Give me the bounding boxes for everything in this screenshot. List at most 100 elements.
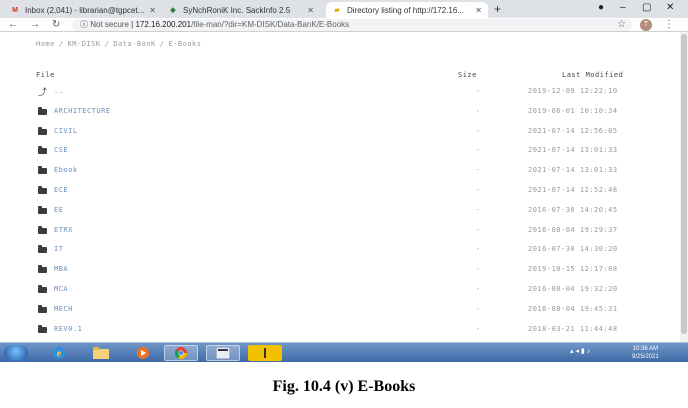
ie-icon[interactable]: e <box>42 345 76 361</box>
close-icon[interactable]: ✕ <box>149 6 156 15</box>
file-name-link[interactable]: ARCHITECTURE <box>54 107 111 115</box>
reload-icon[interactable]: ↻ <box>52 18 60 32</box>
file-name-link[interactable]: Ebook <box>54 166 78 174</box>
url-host: 172.16.200.201 <box>135 20 192 29</box>
breadcrumb-home[interactable]: Home <box>36 40 55 48</box>
url-path: /file-man/?dir=KM-DISK/Data-BanK/E-Books <box>191 20 350 29</box>
start-button[interactable] <box>4 345 28 361</box>
file-size: - <box>476 146 481 155</box>
figure-caption: Fig. 10.4 (v) E-Books <box>272 378 416 395</box>
file-name-link[interactable]: MBA <box>54 265 68 273</box>
tab-sackinfo[interactable]: ◆ SyNchRoniK Inc. SackInfo 2.5 ✕ <box>162 2 320 18</box>
last-modified: 2021-07-14 13:01:33 <box>528 146 618 155</box>
chrome-icon[interactable] <box>164 345 198 361</box>
file-name-link[interactable]: IT <box>54 245 63 253</box>
file-size: - <box>476 265 481 274</box>
menu-dots-icon[interactable]: ⋮ <box>664 18 674 32</box>
table-row[interactable]: MCA - 2016-08-04 19:32:20 <box>0 282 688 302</box>
folder-icon: ▰ <box>334 7 340 14</box>
breadcrumb-separator: / <box>58 40 64 48</box>
breadcrumb-separator: / <box>104 40 110 48</box>
scrollbar-thumb[interactable] <box>681 34 687 334</box>
folder-icon <box>38 205 47 214</box>
table-row[interactable]: CSE - 2021-07-14 13:01:33 <box>0 143 688 163</box>
last-modified: 2019-06-01 10:10:34 <box>528 106 618 115</box>
column-header-size[interactable]: Size <box>458 71 477 79</box>
folder-icon <box>38 225 47 234</box>
table-row[interactable]: ⤴.. - 2019-12-09 12:22:10 <box>0 84 688 104</box>
file-name-link[interactable]: REV0.1 <box>54 325 82 333</box>
tab-directory-listing[interactable]: ▰ Directory listing of http://172.16... … <box>326 2 488 18</box>
table-row[interactable]: ETRX - 2016-08-04 19:29:37 <box>0 223 688 243</box>
close-icon[interactable]: ✕ <box>475 6 482 15</box>
last-modified: 2016-07-30 14:30:20 <box>528 245 618 254</box>
parent-directory-icon: ⤴ <box>38 87 48 97</box>
account-icon[interactable]: ● <box>598 2 604 13</box>
media-player-icon[interactable] <box>126 345 160 361</box>
folder-icon <box>38 285 47 293</box>
last-modified: 2021-07-14 12:52:48 <box>528 186 618 194</box>
file-name-link[interactable]: EE <box>54 206 63 214</box>
close-icon[interactable]: ✕ <box>307 6 314 15</box>
directory-listing-page: Home / KM-DISK / Data-BanK / E-Books File Size… <box>0 32 688 342</box>
table-row[interactable]: Ebook - 2021-07-14 13:01:33 <box>0 163 688 183</box>
tab-gmail[interactable]: M Inbox (2,041) - librarian@tgpcet... ✕ <box>4 2 162 18</box>
avatar[interactable]: T <box>640 19 652 31</box>
table-row[interactable]: EE - 2016-07-30 14:20:45 <box>0 203 688 223</box>
app-icon: ◆ <box>170 7 176 14</box>
table-row[interactable]: ECE - 2021-07-14 12:52:48 <box>0 183 688 203</box>
tab-label: Inbox (2,041) - librarian@tgpcet... <box>25 5 145 15</box>
breadcrumb-data-bank[interactable]: Data-BanK <box>113 40 155 48</box>
bookmark-star-icon[interactable]: ☆ <box>617 18 626 32</box>
close-window-icon[interactable]: ✕ <box>666 2 674 13</box>
table-row[interactable]: REV0.1 - 2018-03-21 11:44:48 <box>0 322 688 342</box>
new-tab-button[interactable]: + <box>494 2 501 16</box>
file-name-link[interactable]: ECE <box>54 186 68 194</box>
last-modified: 2016-08-04 19:32:20 <box>528 285 618 293</box>
file-size: - <box>476 87 481 95</box>
file-size: - <box>476 126 481 135</box>
file-name-link[interactable]: .. <box>54 87 63 95</box>
last-modified: 2021-07-14 13:01:33 <box>528 166 618 175</box>
clock-time: 10:36 AM <box>632 346 659 352</box>
last-modified: 2016-08-04 19:45:31 <box>528 304 618 313</box>
table-row[interactable]: ARCHITECTURE - 2019-06-01 10:10:34 <box>0 104 688 124</box>
system-clock[interactable]: 10:36 AM 9/25/2021 <box>632 345 659 361</box>
column-header-modified[interactable]: Last Modified <box>562 71 623 79</box>
folder-icon <box>38 146 47 155</box>
table-row[interactable]: CIVIL - 2021-07-14 12:56:05 <box>0 124 688 144</box>
file-name-link[interactable]: CSE <box>54 146 68 154</box>
table-row[interactable]: MBA - 2019-10-15 12:17:08 <box>0 262 688 282</box>
file-name-link[interactable]: ETRX <box>54 226 73 234</box>
file-name-link[interactable]: MCA <box>54 285 68 293</box>
back-arrow-icon[interactable]: ← <box>8 18 18 32</box>
table-row[interactable]: MECH - 2016-08-04 19:45:31 <box>0 302 688 322</box>
column-header-file[interactable]: File <box>36 71 55 79</box>
windows-taskbar: e ▴ ◂ ▮ ♪ 10:36 AM 9/25/2021 <box>0 342 688 362</box>
info-icon[interactable]: ⓘ <box>80 20 90 29</box>
file-explorer-icon[interactable] <box>84 345 118 361</box>
minimize-icon[interactable]: – <box>620 2 626 13</box>
breadcrumb-km-disk[interactable]: KM-DISK <box>68 40 101 48</box>
svg-text:e: e <box>57 349 62 360</box>
not-secure-label: Not secure <box>90 20 129 29</box>
folder-icon <box>38 106 47 115</box>
maximize-icon[interactable]: ▢ <box>642 2 651 13</box>
folder-icon <box>38 186 47 194</box>
file-name-link[interactable]: MECH <box>54 305 73 313</box>
last-modified: 2019-12-09 12:22:10 <box>528 87 618 95</box>
file-name-link[interactable]: CIVIL <box>54 127 78 135</box>
system-tray-icons[interactable]: ▴ ◂ ▮ ♪ <box>570 347 590 355</box>
document-window-icon[interactable] <box>206 345 240 361</box>
tab-label: SyNchRoniK Inc. SackInfo 2.5 <box>183 5 291 15</box>
gmail-icon: M <box>12 6 18 14</box>
last-modified: 2016-08-04 19:29:37 <box>528 225 618 234</box>
browser-toolbar: ← → ↻ ⓘ Not secure | 172.16.200.201/file… <box>0 18 688 32</box>
table-row[interactable]: IT - 2016-07-30 14:30:20 <box>0 242 688 262</box>
address-bar[interactable]: ⓘ Not secure | 172.16.200.201/file-man/?… <box>72 19 632 31</box>
breadcrumb-e-books[interactable]: E-Books <box>168 40 201 48</box>
forward-arrow-icon[interactable]: → <box>30 18 40 32</box>
last-modified: 2019-10-15 12:17:08 <box>528 265 618 274</box>
sticky-app-icon[interactable] <box>248 345 282 361</box>
file-size: - <box>476 225 481 234</box>
